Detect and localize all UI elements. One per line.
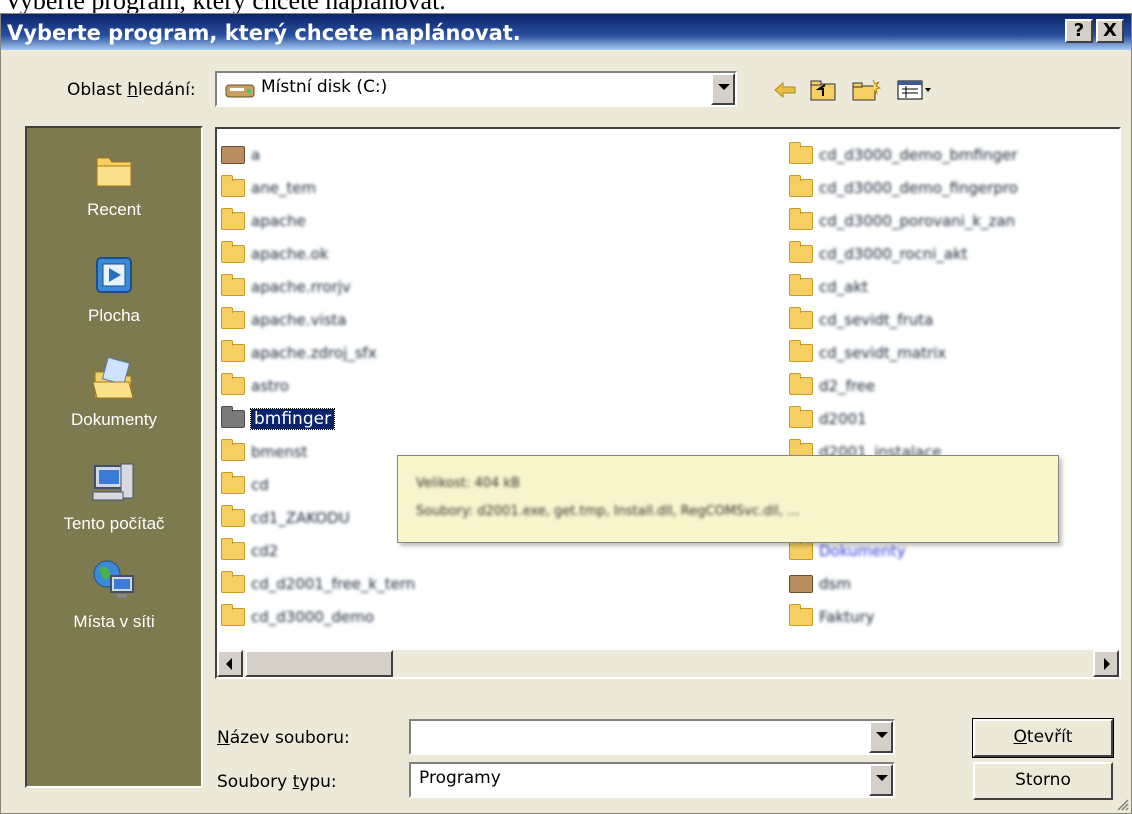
place-documents[interactable]: Dokumenty [27,356,201,430]
folder-icon [221,538,245,560]
place-recent[interactable]: Recent [27,146,201,220]
list-item[interactable]: cd_d3000_demo_bmfinger [789,141,1018,169]
place-network[interactable]: Místa v síti [27,558,201,632]
my-computer-icon [92,463,134,501]
new-folder-icon[interactable] [851,78,881,106]
folder-icon [789,604,813,626]
help-button[interactable]: ? [1065,19,1093,43]
filename-dropdown-arrow[interactable] [869,721,893,753]
network-places-icon [93,560,134,598]
open-file-dialog: Vyberte program, který chcete naplánovat… [0,13,1132,814]
folder-icon [789,340,813,362]
folder-icon [789,175,813,197]
folder-icon [789,142,813,164]
view-menu-icon[interactable] [897,78,933,106]
look-in-value: Místní disk (C:) [261,77,388,97]
list-item[interactable]: dsm [789,570,851,598]
filename-label: Název souboru: [217,728,350,748]
folder-icon [789,208,813,230]
places-bar: Recent Plocha Dokumenty Tento počítač Mí… [25,126,203,788]
horizontal-scrollbar[interactable] [217,650,1119,677]
folder-icon [221,208,245,230]
folder-icon [221,373,245,395]
place-desktop[interactable]: Plocha [27,252,201,326]
look-in-label: Oblast hledání: [67,80,196,100]
list-item[interactable]: cd_d2001_free_k_tern [221,570,415,598]
list-item[interactable]: ane_tem [221,174,316,202]
list-item[interactable]: Faktury [789,603,875,631]
folder-icon [789,307,813,329]
folder-icon [221,604,245,626]
folder-icon [221,472,245,494]
folder-icon [221,175,245,197]
list-item[interactable]: apache.ok [221,240,329,268]
open-button[interactable]: Otevřít [972,718,1114,758]
background-text: Vyberte program, který chcete naplánovat… [0,0,1132,13]
list-item[interactable]: cd_d3000_demo [221,603,374,631]
folder-icon [221,406,245,428]
dialog-title: Vyberte program, který chcete naplánovat… [7,21,521,45]
list-item[interactable]: cd [221,471,269,499]
filename-input[interactable] [409,719,895,755]
folder-icon [789,241,813,263]
list-item[interactable]: cd_d3000_porovani_k_zan [789,207,1015,235]
up-folder-icon[interactable] [809,78,837,106]
folder-icon [221,274,245,296]
list-item[interactable]: a [221,141,260,169]
list-item[interactable]: apache.vista [221,306,347,334]
folder-icon [221,571,245,593]
list-item[interactable]: apache.zdroj_sfx [221,339,377,367]
folder-icon [221,307,245,329]
look-in-dropdown-arrow[interactable] [711,73,735,105]
scroll-right-button[interactable] [1093,650,1119,677]
filetype-dropdown-arrow[interactable] [869,764,893,796]
scroll-left-button[interactable] [217,650,243,677]
cancel-button[interactable]: Storno [973,762,1113,800]
list-item[interactable]: cd1_ZAKODU [221,504,350,532]
list-item[interactable]: apache [221,207,306,235]
folder-icon [789,274,813,296]
recent-folder-icon [96,157,132,187]
folder-icon [221,505,245,527]
filetype-label: Soubory typu: [217,772,337,792]
file-list[interactable]: a ane_tem apache apache.ok apache.rrorjv… [215,127,1121,679]
list-item[interactable]: bmenst [221,438,308,466]
list-item[interactable]: d2_free [789,372,875,400]
filetype-select[interactable]: Programy [409,762,895,798]
list-item[interactable]: cd_akt [789,273,868,301]
title-bar: Vyberte program, který chcete naplánovat… [1,14,1131,50]
desktop-icon [96,257,132,293]
drive-icon [221,146,245,164]
list-item[interactable]: cd_sevidt_fruta [789,306,933,334]
list-item[interactable]: apache.rrorjv [221,273,351,301]
resize-grip-icon[interactable] [1115,797,1129,811]
folder-icon [221,439,245,461]
list-item-selected[interactable]: bmfinger [221,405,336,433]
close-button[interactable]: X [1096,19,1124,43]
list-item[interactable]: cd2 [221,537,278,565]
folder-icon [221,241,245,263]
folder-info-tooltip: Velikost: 404 kB Soubory: d2001.exe, get… [397,455,1059,543]
place-my-computer[interactable]: Tento počítač [27,460,201,534]
back-arrow-icon[interactable] [773,78,797,106]
list-item[interactable]: cd_d3000_rocni_akt [789,240,968,268]
folder-icon [789,406,813,428]
list-item[interactable]: astro [221,372,289,400]
drive-icon [789,575,813,593]
folder-icon [789,373,813,395]
tooltip-files: Soubory: d2001.exe, get.tmp, Install.dll… [416,504,800,519]
scroll-thumb[interactable] [245,650,393,677]
folder-icon [789,538,813,560]
tooltip-size: Velikost: 404 kB [416,476,520,491]
look-in-combo[interactable]: Místní disk (C:) [215,71,737,107]
list-item[interactable]: cd_sevidt_matrix [789,339,946,367]
folder-icon [221,340,245,362]
list-item[interactable]: cd_d3000_demo_fingerpro [789,174,1018,202]
documents-icon [92,356,134,399]
drive-icon [225,84,255,98]
list-item[interactable]: d2001 [789,405,867,433]
filetype-value: Programy [419,768,501,788]
